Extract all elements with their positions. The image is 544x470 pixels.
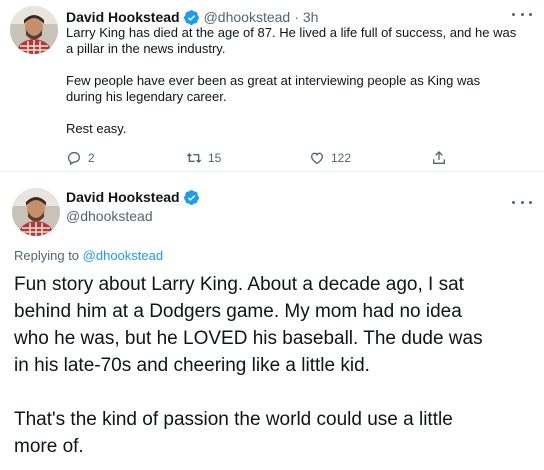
tweet-text-line: Larry King has died at the age of 87. He… [66,25,517,40]
separator-dot: · [294,9,299,25]
retweet-icon [186,150,202,166]
like-button[interactable]: 122 [309,149,351,167]
tweet-header: David Hookstead @dhookstead · 3h [66,8,318,26]
tweet-text-line: Rest easy. [66,121,127,136]
tweet-text-line: behind him at a Dodgers game. My mom had… [14,301,462,322]
replying-to: Replying to @dhookstead [14,248,163,263]
author-avatar[interactable] [10,6,58,54]
verified-badge-icon [183,189,200,206]
tweet-text-line: in his late-70s and cheering like a litt… [14,355,370,376]
replying-to-label: Replying to [14,248,80,263]
share-icon [431,150,447,166]
retweet-count: 15 [208,151,222,165]
tweet-text-line: That's the kind of passion the world cou… [14,409,453,430]
reply-button[interactable]: 2 [66,149,95,167]
reply-icon [66,150,82,166]
author-handle[interactable]: @dhookstead [204,9,291,25]
replying-to-handle-link[interactable]: @dhookstead [83,248,163,263]
parent-tweet[interactable]: David Hookstead @dhookstead · 3h Larry K… [0,0,544,172]
author-name[interactable]: David Hookstead [66,9,180,25]
tweet-text-line: Few people have ever been as great at in… [66,73,481,88]
more-icon[interactable] [512,8,532,20]
avatar-image [12,188,60,236]
tweet-text-line: during his legendary career. [66,89,227,104]
retweet-button[interactable]: 15 [186,149,221,167]
focused-tweet: David Hookstead @dhookstead Replying to … [0,172,544,470]
heart-icon [309,150,325,166]
reply-count: 2 [88,151,95,165]
tweet-actions: 2 15 122 [66,149,486,167]
more-icon[interactable] [512,196,532,208]
verified-badge-icon [183,9,200,26]
share-button[interactable] [431,149,447,167]
author-name[interactable]: David Hookstead [66,189,180,205]
author-avatar[interactable] [12,188,60,236]
tweet-time[interactable]: 3h [303,9,319,25]
tweet-text-line: who he was, but he LOVED his baseball. T… [14,328,483,349]
like-count: 122 [331,151,352,165]
tweet-text-line: Fun story about Larry King. About a deca… [14,274,464,295]
tweet-header: David Hookstead @dhookstead [66,188,204,224]
tweet-text-line: a pillar in the news industry. [66,41,226,56]
author-handle[interactable]: @dhookstead [66,208,204,224]
tweet-text-line: more of. [14,436,84,457]
avatar-image [10,6,58,54]
